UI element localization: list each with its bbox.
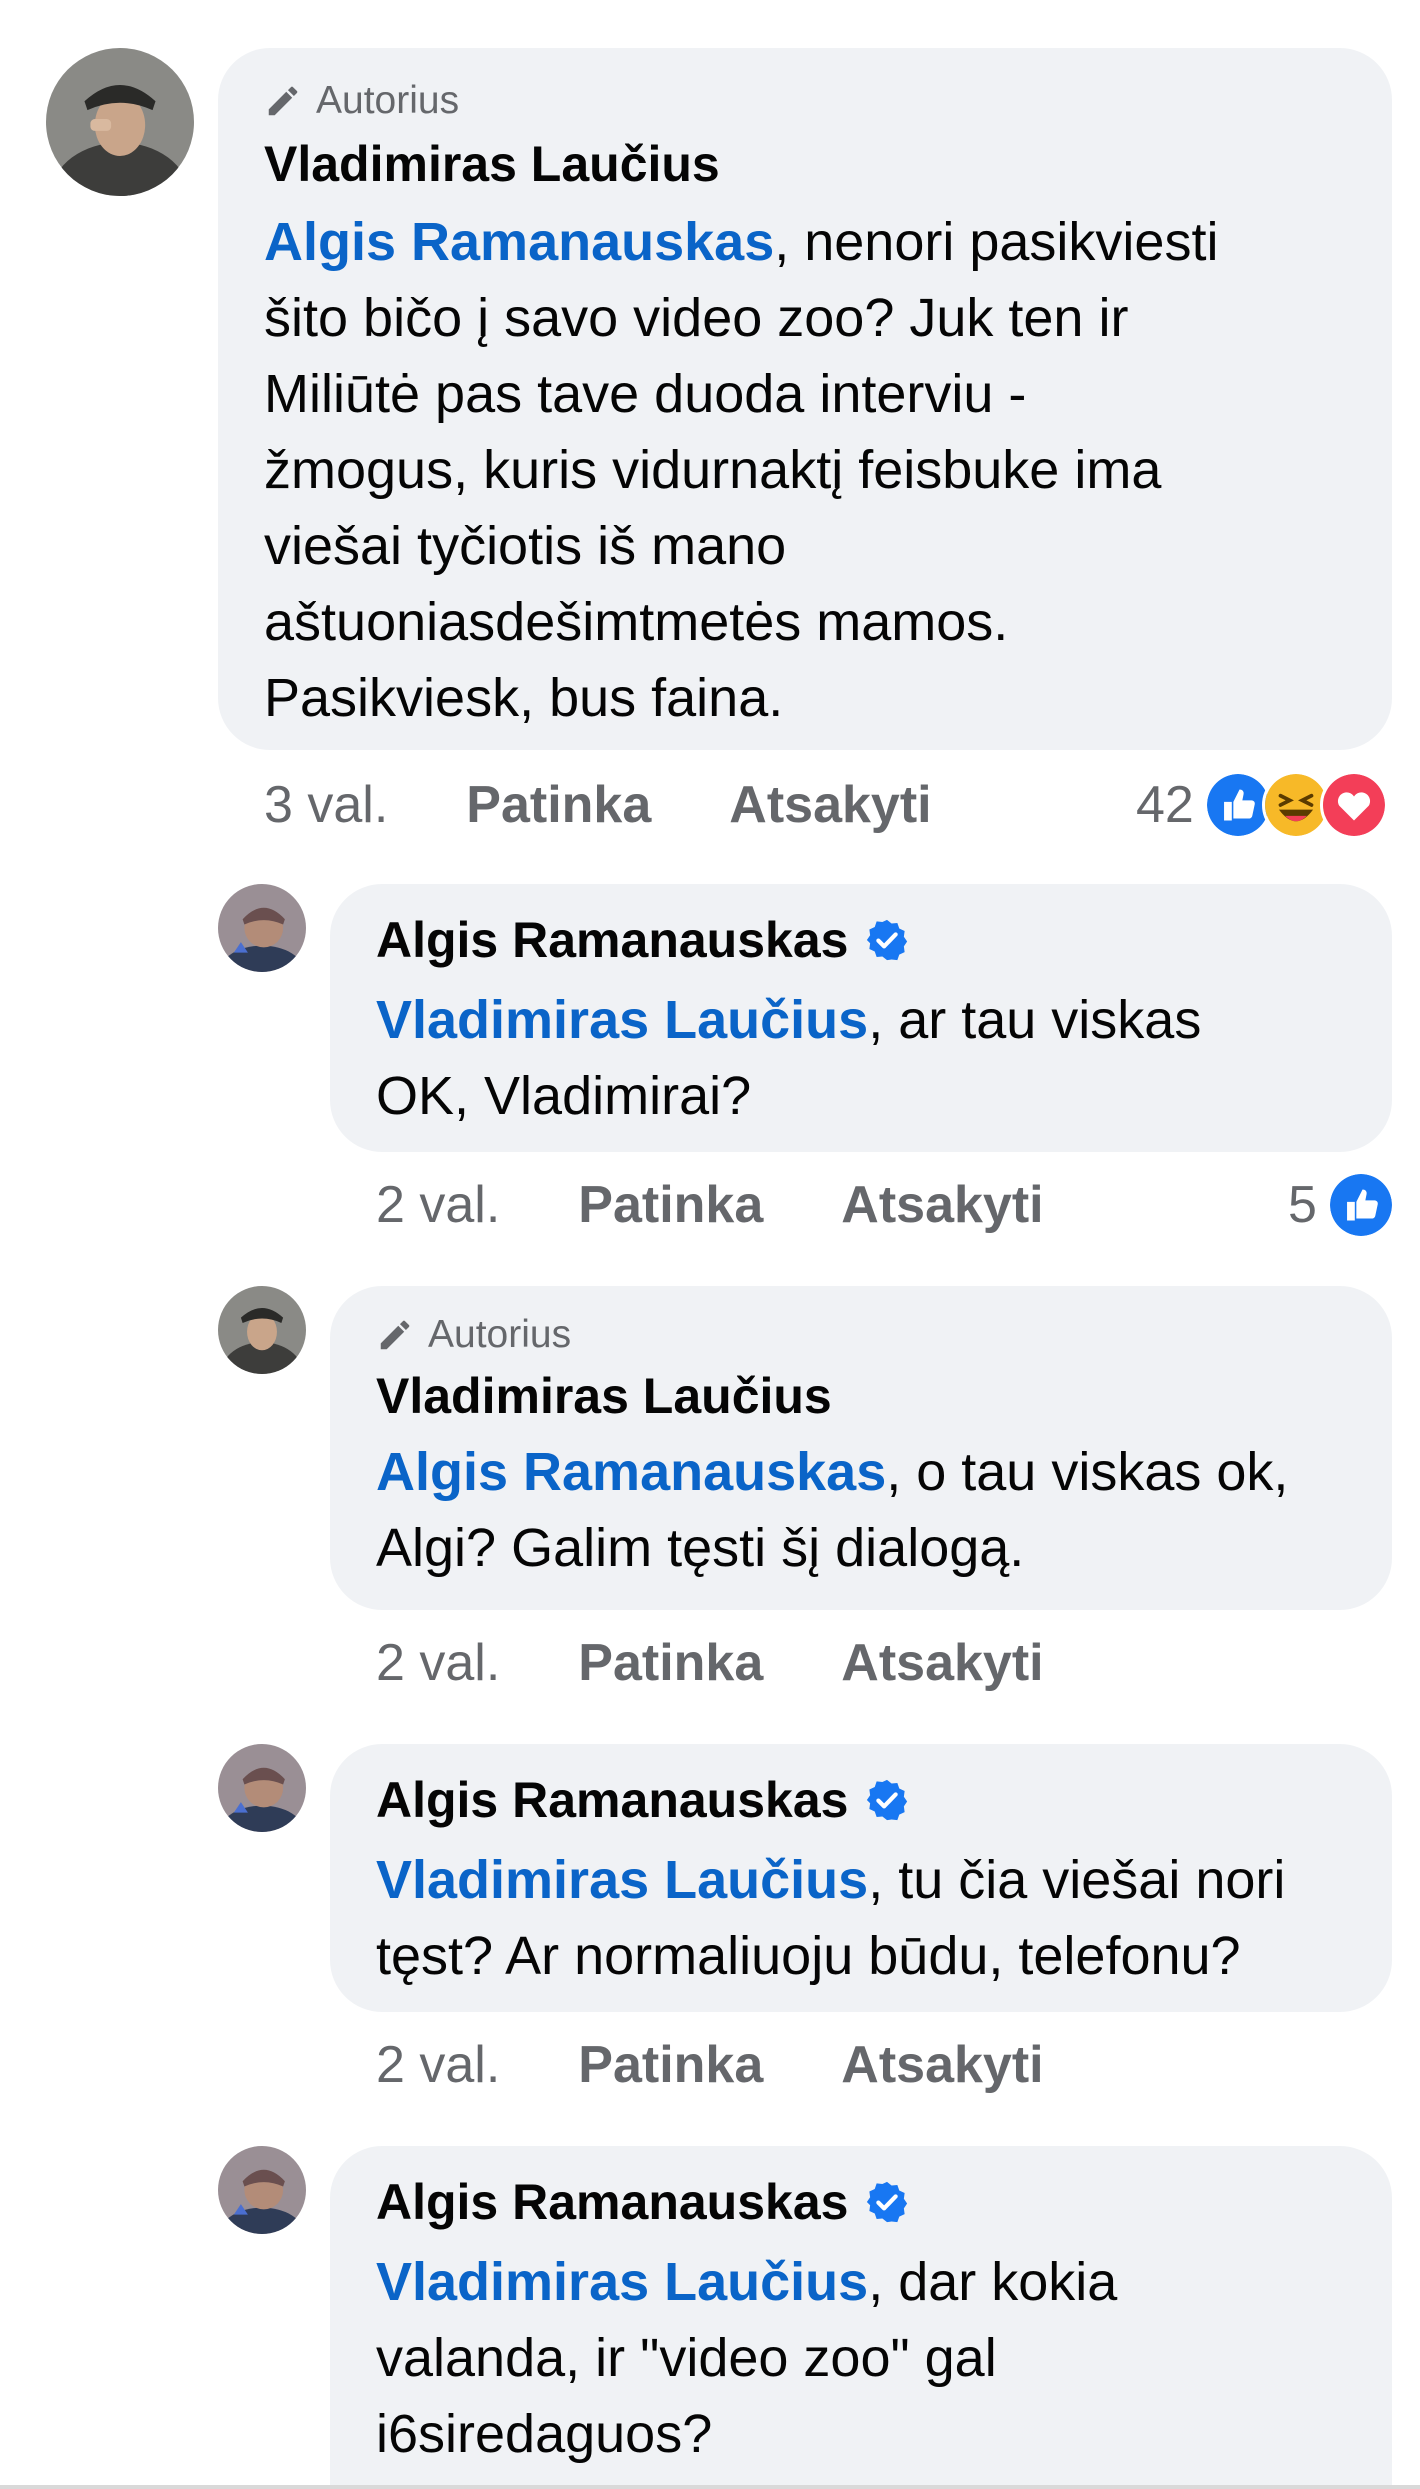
- comment-text: Algis Ramanauskas, o tau viskas ok, Algi…: [376, 1434, 1346, 1586]
- commenter-name-text: Algis Ramanauskas: [376, 912, 849, 968]
- commenter-name[interactable]: Algis Ramanauskas: [376, 1768, 1346, 1832]
- mention-link[interactable]: Vladimiras Laučius: [376, 990, 868, 1050]
- reaction-count: 5: [1288, 1176, 1317, 1234]
- reply-button[interactable]: Atsakyti: [841, 1175, 1043, 1235]
- commenter-name[interactable]: Vladimiras Laučius: [264, 132, 1346, 196]
- pencil-icon: [380, 1320, 410, 1350]
- reaction-summary[interactable]: 5: [1288, 1170, 1395, 1240]
- author-badge: Autorius: [376, 1310, 1346, 1360]
- comment-text: Vladimiras Laučius, tu čia viešai nori t…: [376, 1842, 1346, 1994]
- reply-button[interactable]: Atsakyti: [841, 2035, 1043, 2095]
- commenter-name[interactable]: Algis Ramanauskas: [376, 908, 1346, 972]
- verified-badge-icon: [867, 919, 908, 961]
- avatar-algis-image: [218, 1744, 306, 1832]
- avatar-vladimiras[interactable]: [46, 48, 194, 196]
- comment-bubble[interactable]: Autorius Vladimiras Laučius Algis Ramana…: [330, 1286, 1392, 1610]
- commenter-name-text: Vladimiras Laučius: [264, 136, 720, 192]
- avatar-algis-image: [218, 2146, 306, 2234]
- like-icon: [1326, 1171, 1395, 1239]
- avatar-vladimiras-image: [46, 48, 194, 196]
- mention-link[interactable]: Vladimiras Laučius: [376, 1850, 868, 1910]
- avatar-algis[interactable]: [218, 884, 306, 972]
- commenter-name-text: Algis Ramanauskas: [376, 2174, 849, 2230]
- comment-line: , ar tau viskas: [868, 990, 1202, 1050]
- commenter-name-text: Vladimiras Laučius: [376, 1368, 832, 1424]
- comment-text: Vladimiras Laučius, dar kokia valanda, i…: [376, 2244, 1346, 2472]
- comment-line: Miliūtė pas tave duoda interviu -: [264, 364, 1027, 424]
- comment-line: viešai tyčiotis iš mano: [264, 516, 787, 576]
- like-button[interactable]: Patinka: [578, 1175, 763, 1235]
- avatar-vladimiras[interactable]: [218, 1286, 306, 1374]
- comment-line: i6siredaguos?: [376, 2404, 713, 2464]
- comment-line: , o tau viskas ok,: [886, 1442, 1289, 1502]
- comment-bubble[interactable]: Algis Ramanauskas Vladimiras Laučius, da…: [330, 2146, 1392, 2485]
- commenter-name[interactable]: Algis Ramanauskas: [376, 2170, 1346, 2234]
- reaction-count: 42: [1136, 776, 1194, 834]
- comment-bubble[interactable]: Algis Ramanauskas Vladimiras Laučius, tu…: [330, 1744, 1392, 2012]
- comment-line: , dar kokia: [868, 2252, 1118, 2312]
- comment-line: aštuoniasdešimtmetės mamos.: [264, 592, 1009, 652]
- comment-text: Algis Ramanauskas, nenori pasikviesti ši…: [264, 204, 1346, 736]
- mention-link[interactable]: Algis Ramanauskas: [264, 212, 774, 272]
- mention-link[interactable]: Algis Ramanauskas: [376, 1442, 886, 1502]
- avatar-algis[interactable]: [218, 2146, 306, 2234]
- comment-text: Vladimiras Laučius, ar tau viskas OK, Vl…: [376, 982, 1346, 1134]
- comment-time[interactable]: 2 val.: [376, 1633, 500, 1693]
- comment-line: tęst? Ar normaliuoju būdu, telefonu?: [376, 1926, 1241, 1986]
- comment-actions: 3 val. Patinka Atsakyti: [264, 770, 932, 840]
- avatar-algis[interactable]: [218, 1744, 306, 1832]
- bottom-divider: [0, 2485, 1420, 2489]
- like-button[interactable]: Patinka: [466, 775, 651, 835]
- like-button[interactable]: Patinka: [578, 2035, 763, 2095]
- avatar-vladimiras-image: [218, 1286, 306, 1374]
- pencil-icon: [268, 86, 298, 116]
- comment-line: Algi? Galim tęsti šį dialogą.: [376, 1518, 1025, 1578]
- author-badge: Autorius: [264, 76, 1346, 126]
- love-icon: [1319, 771, 1388, 839]
- verified-badge-icon: [867, 2181, 908, 2223]
- comment-actions: 2 val. Patinka Atsakyti: [376, 1628, 1044, 1698]
- comment-line: OK, Vladimirai?: [376, 1066, 752, 1126]
- comment-actions: 2 val. Patinka Atsakyti: [376, 2030, 1044, 2100]
- comment-line: valanda, ir "video zoo" gal: [376, 2328, 997, 2388]
- comment-line: šito bičo į savo video zoo? Juk ten ir: [264, 288, 1129, 348]
- comment-line: žmogus, kuris vidurnaktį feisbuke ima: [264, 440, 1162, 500]
- avatar-algis-image: [218, 884, 306, 972]
- comment-line: Pasikviesk, bus faina.: [264, 668, 784, 728]
- commenter-name[interactable]: Vladimiras Laučius: [376, 1364, 1346, 1428]
- author-badge-label: Autorius: [316, 79, 460, 122]
- comment-line: , nenori pasikviesti: [774, 212, 1219, 272]
- verified-badge-icon: [867, 1779, 908, 1821]
- comment-bubble[interactable]: Autorius Vladimiras Laučius Algis Ramana…: [218, 48, 1392, 750]
- like-button[interactable]: Patinka: [578, 1633, 763, 1693]
- comment-time[interactable]: 3 val.: [264, 775, 388, 835]
- author-badge-label: Autorius: [428, 1313, 572, 1356]
- comment-time[interactable]: 2 val.: [376, 1175, 500, 1235]
- comment-line: , tu čia viešai nori: [868, 1850, 1286, 1910]
- comment-time[interactable]: 2 val.: [376, 2035, 500, 2095]
- commenter-name-text: Algis Ramanauskas: [376, 1772, 849, 1828]
- comment-actions: 2 val. Patinka Atsakyti: [376, 1170, 1044, 1240]
- mention-link[interactable]: Vladimiras Laučius: [376, 2252, 868, 2312]
- reply-button[interactable]: Atsakyti: [841, 1633, 1043, 1693]
- reaction-summary[interactable]: 42: [1136, 770, 1388, 840]
- comment-bubble[interactable]: Algis Ramanauskas Vladimiras Laučius, ar…: [330, 884, 1392, 1152]
- reply-button[interactable]: Atsakyti: [729, 775, 931, 835]
